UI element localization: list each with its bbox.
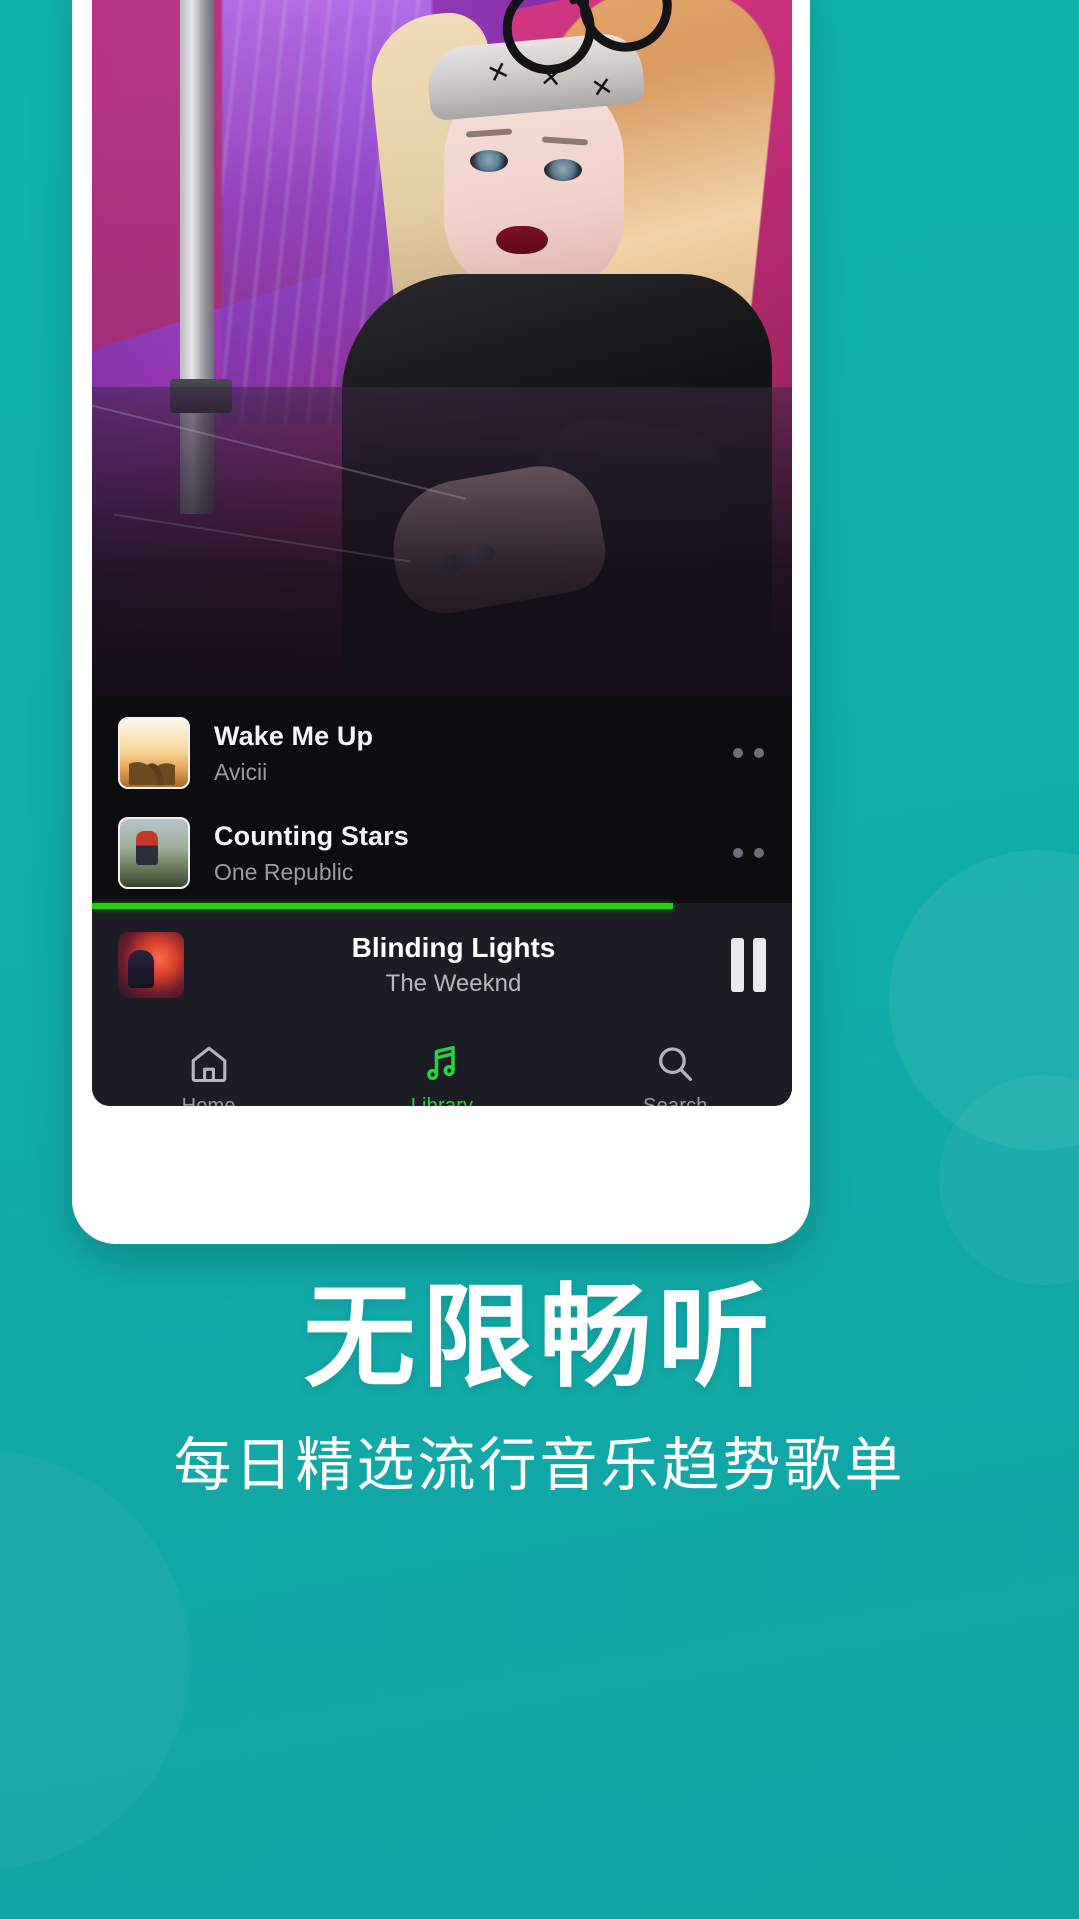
- track-artist: Avicii: [214, 758, 268, 785]
- track-title: Wake Me Up: [214, 720, 374, 751]
- nav-label-search: Search: [643, 1095, 708, 1106]
- promo-headline: 无限畅听: [303, 1273, 776, 1403]
- promo-subheadline: 每日精选流行音乐趋势歌单: [173, 1430, 906, 1499]
- track-meta: Wake Me Up Avicii: [214, 720, 719, 787]
- track-list: Wake Me Up Avicii Counting Stars One Rep…: [92, 697, 792, 903]
- bottom-navigation: Home Library Search: [92, 1021, 792, 1106]
- floor-seam: [92, 396, 467, 500]
- home-icon: [187, 1042, 231, 1086]
- album-art: [118, 817, 190, 889]
- track-meta: Counting Stars One Republic: [214, 820, 719, 887]
- app-screen: ✕ ✕ ✕ Wake Me Up Avicii Counting Stars O…: [92, 0, 792, 1106]
- floor-seam: [113, 513, 411, 563]
- nav-item-library[interactable]: Library: [325, 1021, 558, 1106]
- playback-progress-fill: [92, 903, 673, 909]
- headband-x-mark: ✕: [588, 70, 616, 105]
- music-note-icon: [420, 1042, 464, 1086]
- pause-button[interactable]: [723, 938, 766, 992]
- lips: [496, 226, 548, 254]
- decorative-circle: [939, 1075, 1079, 1285]
- decorative-circle: [0, 1450, 190, 1870]
- eye: [470, 150, 508, 172]
- list-item[interactable]: Counting Stars One Republic: [92, 803, 792, 903]
- now-playing-title: Blinding Lights: [351, 932, 556, 964]
- eye: [544, 159, 582, 181]
- now-playing-bar[interactable]: Blinding Lights The Weeknd: [92, 909, 792, 1021]
- track-title: Counting Stars: [214, 820, 409, 851]
- now-playing-album-art: [118, 932, 184, 998]
- promo-screen: ✕ ✕ ✕ Wake Me Up Avicii Counting Stars O…: [0, 0, 1079, 1919]
- album-art: [118, 717, 190, 789]
- track-artist: One Republic: [214, 858, 354, 885]
- nav-label-library: Library: [410, 1095, 474, 1106]
- decorative-circle: [889, 850, 1079, 1150]
- list-item[interactable]: Wake Me Up Avicii: [92, 703, 792, 803]
- search-icon: [653, 1042, 697, 1086]
- more-options-icon[interactable]: [719, 848, 764, 858]
- nav-item-home[interactable]: Home: [92, 1021, 325, 1106]
- phone-mockup: ✕ ✕ ✕ Wake Me Up Avicii Counting Stars O…: [72, 0, 810, 1244]
- hero-media[interactable]: ✕ ✕ ✕: [92, 0, 792, 697]
- playback-progress-bar[interactable]: [92, 903, 792, 909]
- floor: [92, 387, 792, 697]
- nav-item-search[interactable]: Search: [559, 1021, 792, 1106]
- now-playing-info: Blinding Lights The Weeknd: [184, 931, 723, 998]
- nav-label-home: Home: [181, 1095, 236, 1106]
- promo-copy: 无限畅听 每日精选流行音乐趋势歌单: [0, 1278, 1079, 1501]
- more-options-icon[interactable]: [719, 748, 764, 758]
- now-playing-artist: The Weeknd: [385, 969, 522, 997]
